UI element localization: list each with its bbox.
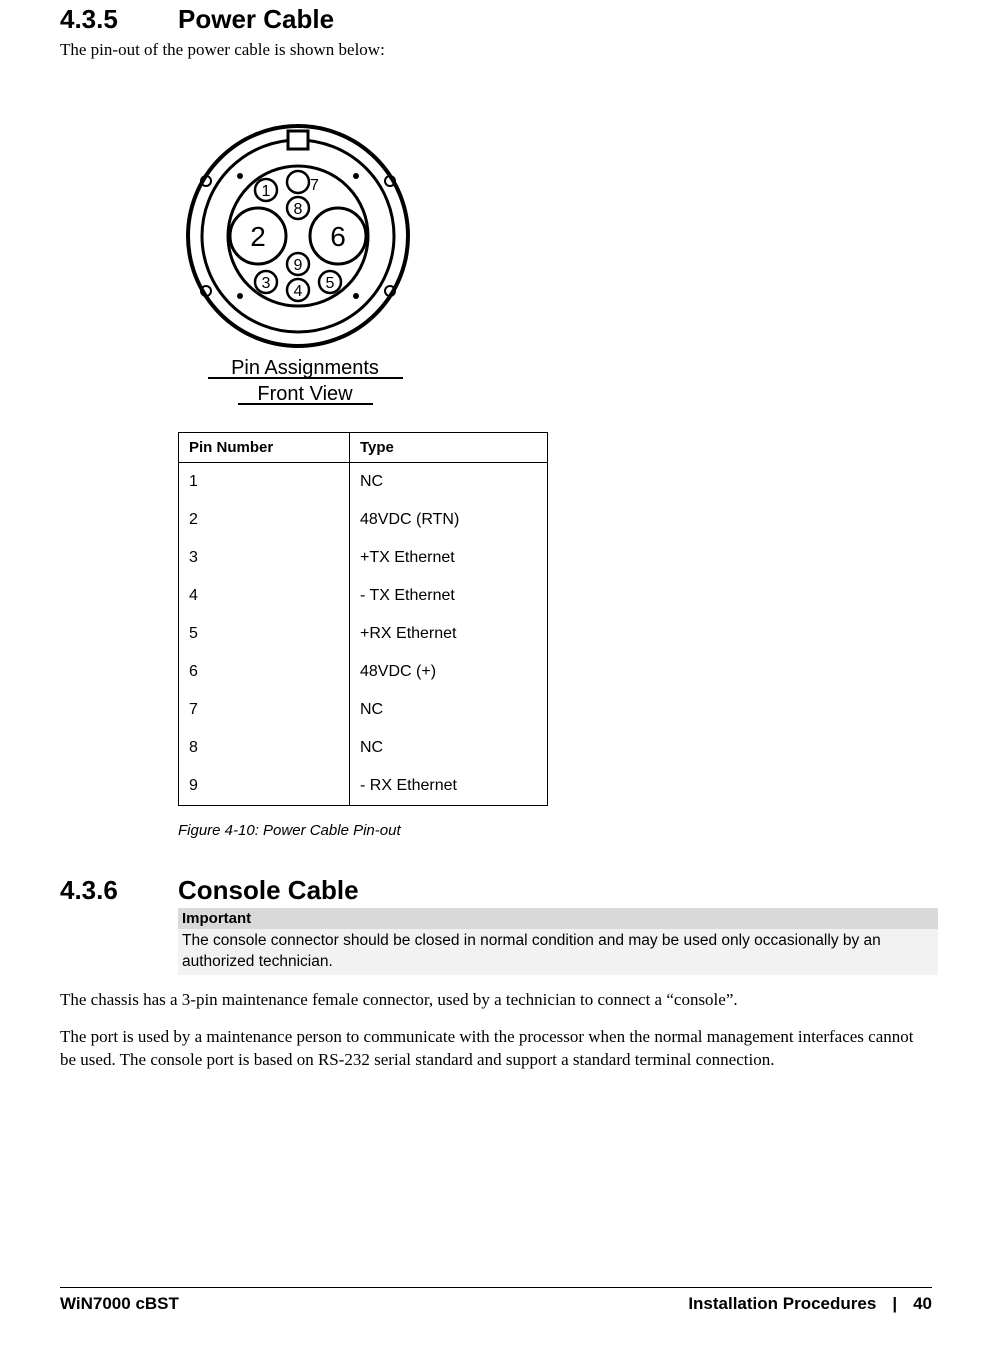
type-cell: +TX Ethernet [350, 539, 548, 577]
diagram-label-2: Front View [257, 383, 353, 405]
pin-cell: 6 [179, 653, 350, 691]
pin-4-label: 4 [294, 283, 303, 300]
footer-separator: | [892, 1294, 897, 1314]
table-row: 9 - RX Ethernet [179, 767, 548, 806]
pin-cell: 5 [179, 615, 350, 653]
heading-title: Power Cable [178, 4, 334, 35]
pin-8-label: 8 [294, 201, 303, 218]
connector-diagram: 2 6 1 7 8 3 9 4 5 Pin Assignments Front [178, 106, 932, 426]
footer-doc-title: WiN7000 cBST [60, 1294, 179, 1314]
type-cell: 48VDC (+) [350, 653, 548, 691]
type-cell: 48VDC (RTN) [350, 501, 548, 539]
diagram-label-1: Pin Assignments [231, 357, 379, 379]
pin-cell: 8 [179, 729, 350, 767]
pin-cell: 2 [179, 501, 350, 539]
pin-cell: 1 [179, 462, 350, 501]
heading-number: 4.3.5 [60, 4, 178, 35]
pin-6-label: 6 [330, 221, 346, 252]
page-footer: WiN7000 cBST Installation Procedures | 4… [60, 1287, 932, 1314]
table-row: 4 - TX Ethernet [179, 577, 548, 615]
pin-3-label: 3 [262, 275, 271, 292]
table-row: 2 48VDC (RTN) [179, 501, 548, 539]
heading-435: 4.3.5 Power Cable [60, 4, 932, 35]
intro-text: The pin-out of the power cable is shown … [60, 39, 932, 62]
console-para-2: The port is used by a maintenance person… [60, 1026, 932, 1072]
heading-title: Console Cable [178, 875, 359, 906]
type-cell: - RX Ethernet [350, 767, 548, 806]
table-row: 8 NC [179, 729, 548, 767]
table-row: 5 +RX Ethernet [179, 615, 548, 653]
footer-page-number: 40 [913, 1294, 932, 1314]
note-body: The console connector should be closed i… [178, 929, 938, 975]
table-row: 1 NC [179, 462, 548, 501]
pin-1-label: 1 [262, 183, 271, 200]
note-head: Important [178, 908, 938, 929]
pin-table-head-number: Pin Number [179, 432, 350, 462]
pin-9-label: 9 [294, 257, 303, 274]
type-cell: NC [350, 691, 548, 729]
type-cell: NC [350, 462, 548, 501]
pin-7-label: 7 [310, 177, 319, 194]
pin-5-label: 5 [326, 275, 335, 292]
heading-number: 4.3.6 [60, 875, 178, 906]
console-para-1: The chassis has a 3-pin maintenance fema… [60, 989, 932, 1012]
figure-caption: Figure 4-10: Power Cable Pin-out [178, 822, 932, 839]
table-row: 3 +TX Ethernet [179, 539, 548, 577]
heading-436: 4.3.6 Console Cable [60, 875, 932, 906]
type-cell: - TX Ethernet [350, 577, 548, 615]
pin-table: Pin Number Type 1 NC 2 48VDC (RTN) 3 +TX… [178, 432, 548, 806]
table-row: 6 48VDC (+) [179, 653, 548, 691]
table-row: 7 NC [179, 691, 548, 729]
pin-cell: 3 [179, 539, 350, 577]
pin-cell: 4 [179, 577, 350, 615]
type-cell: NC [350, 729, 548, 767]
pin-cell: 7 [179, 691, 350, 729]
footer-chapter: Installation Procedures [688, 1294, 876, 1314]
type-cell: +RX Ethernet [350, 615, 548, 653]
important-note: Important The console connector should b… [178, 908, 938, 975]
pin-2-label: 2 [250, 221, 266, 252]
pin-cell: 9 [179, 767, 350, 806]
pin-table-head-type: Type [350, 432, 548, 462]
